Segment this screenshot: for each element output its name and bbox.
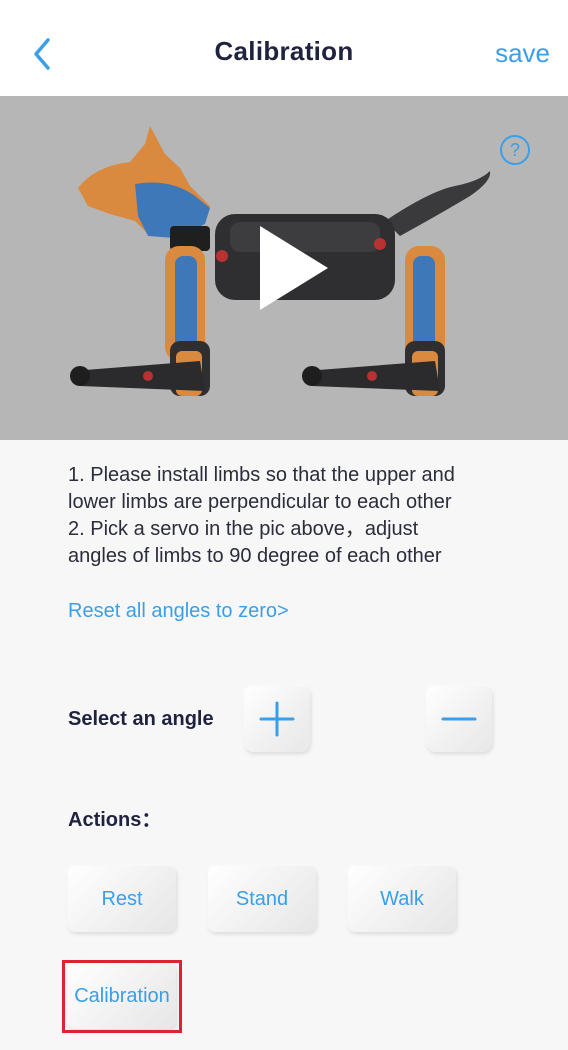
plus-icon xyxy=(259,701,295,737)
walk-button[interactable]: Walk xyxy=(348,866,456,932)
reset-angles-link[interactable]: Reset all angles to zero> xyxy=(68,600,289,623)
actions-label: Actions： xyxy=(68,809,162,831)
increase-angle-button[interactable] xyxy=(244,686,310,752)
decrease-angle-button[interactable] xyxy=(426,686,492,752)
calibration-screen: Calibration save ? 1. Please install lim… xyxy=(0,0,568,1050)
minus-icon xyxy=(441,717,477,721)
help-button[interactable]: ? xyxy=(499,134,531,166)
instruction-line: 2. Pick a servo in the pic above，adjust xyxy=(68,518,419,540)
instruction-line: 1. Please install limbs so that the uppe… xyxy=(68,464,455,486)
play-icon xyxy=(260,226,328,310)
instruction-line: lower limbs are perpendicular to each ot… xyxy=(68,491,452,513)
stand-button[interactable]: Stand xyxy=(208,866,316,932)
play-button[interactable] xyxy=(252,222,332,314)
rest-button[interactable]: Rest xyxy=(68,866,176,932)
calibration-button[interactable]: Calibration xyxy=(68,963,176,1029)
header-bar: Calibration save xyxy=(0,0,568,96)
select-angle-label: Select an angle xyxy=(68,708,214,730)
instructions-text: 1. Please install limbs so that the uppe… xyxy=(68,462,538,570)
help-icon: ? xyxy=(500,135,530,165)
save-button[interactable]: save xyxy=(495,38,550,69)
instruction-line: angles of limbs to 90 degree of each oth… xyxy=(68,545,442,567)
page-title: Calibration xyxy=(214,36,354,66)
svg-text:?: ? xyxy=(510,140,520,160)
